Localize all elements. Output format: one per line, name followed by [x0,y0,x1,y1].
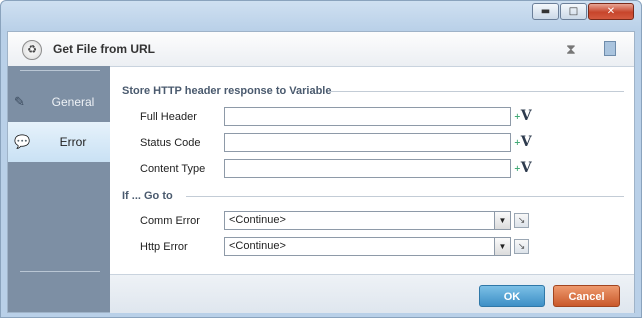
content-type-label: Content Type [140,163,206,175]
dialog-header: ♻ Get File from URL ⧗ [8,32,634,67]
sidebar-divider [20,271,100,272]
hourglass-icon[interactable]: ⧗ [566,41,576,58]
sidebar-item-general[interactable]: ✎ General [8,82,110,122]
section-divider [328,91,624,92]
full-header-label: Full Header [140,111,197,123]
chevron-down-icon[interactable]: ▼ [494,238,510,255]
section-title-goto: If ... Go to [122,190,173,202]
http-error-select[interactable]: <Continue> ▼ [224,237,511,256]
clipboard-icon[interactable] [604,41,616,56]
close-button[interactable]: ✕ [588,3,634,20]
comm-error-value: <Continue> [229,214,286,226]
full-header-field[interactable] [224,107,511,126]
comm-error-label: Comm Error [140,215,200,227]
recycle-icon: ♻ [22,40,42,60]
section-divider [186,196,624,197]
cancel-button[interactable]: Cancel [553,285,620,307]
variable-picker-icon[interactable]: +V [514,133,532,151]
status-code-label: Status Code [140,137,201,149]
sidebar-item-label: Error [59,135,87,149]
variable-picker-icon[interactable]: +V [514,107,532,125]
dialog-title: Get File from URL [53,42,156,56]
status-code-field[interactable] [224,133,511,152]
content-type-field[interactable] [224,159,511,178]
minimize-button[interactable]: ▬ [532,3,559,20]
comm-error-select[interactable]: <Continue> ▼ [224,211,511,230]
dialog-footer: OK Cancel [110,274,634,313]
maximize-button[interactable]: □ [560,3,587,20]
variable-picker-icon[interactable]: +V [514,159,532,177]
sidebar-item-error[interactable]: 💬 Error [8,122,110,162]
goto-arrow-icon[interactable]: ↘ [514,213,529,228]
goto-arrow-icon[interactable]: ↘ [514,239,529,254]
speech-bubble-icon: 💬 [14,134,31,149]
pencil-icon: ✎ [14,94,25,109]
http-error-value: <Continue> [229,240,286,252]
section-title-store: Store HTTP header response to Variable [122,85,332,97]
sidebar-item-label: General [51,95,95,109]
title-bar[interactable]: ▬ □ ✕ [1,1,641,31]
dialog-window: ▬ □ ✕ ♻ Get File from URL ⧗ ✎ General 💬 … [0,0,642,318]
http-error-label: Http Error [140,241,188,253]
sidebar-divider [20,70,100,71]
chevron-down-icon[interactable]: ▼ [494,212,510,229]
error-panel: Store HTTP header response to Variable F… [110,66,634,274]
ok-button[interactable]: OK [479,285,545,307]
dialog-body: ♻ Get File from URL ⧗ ✎ General 💬 Error … [7,31,635,313]
sidebar: ✎ General 💬 Error [8,66,110,312]
